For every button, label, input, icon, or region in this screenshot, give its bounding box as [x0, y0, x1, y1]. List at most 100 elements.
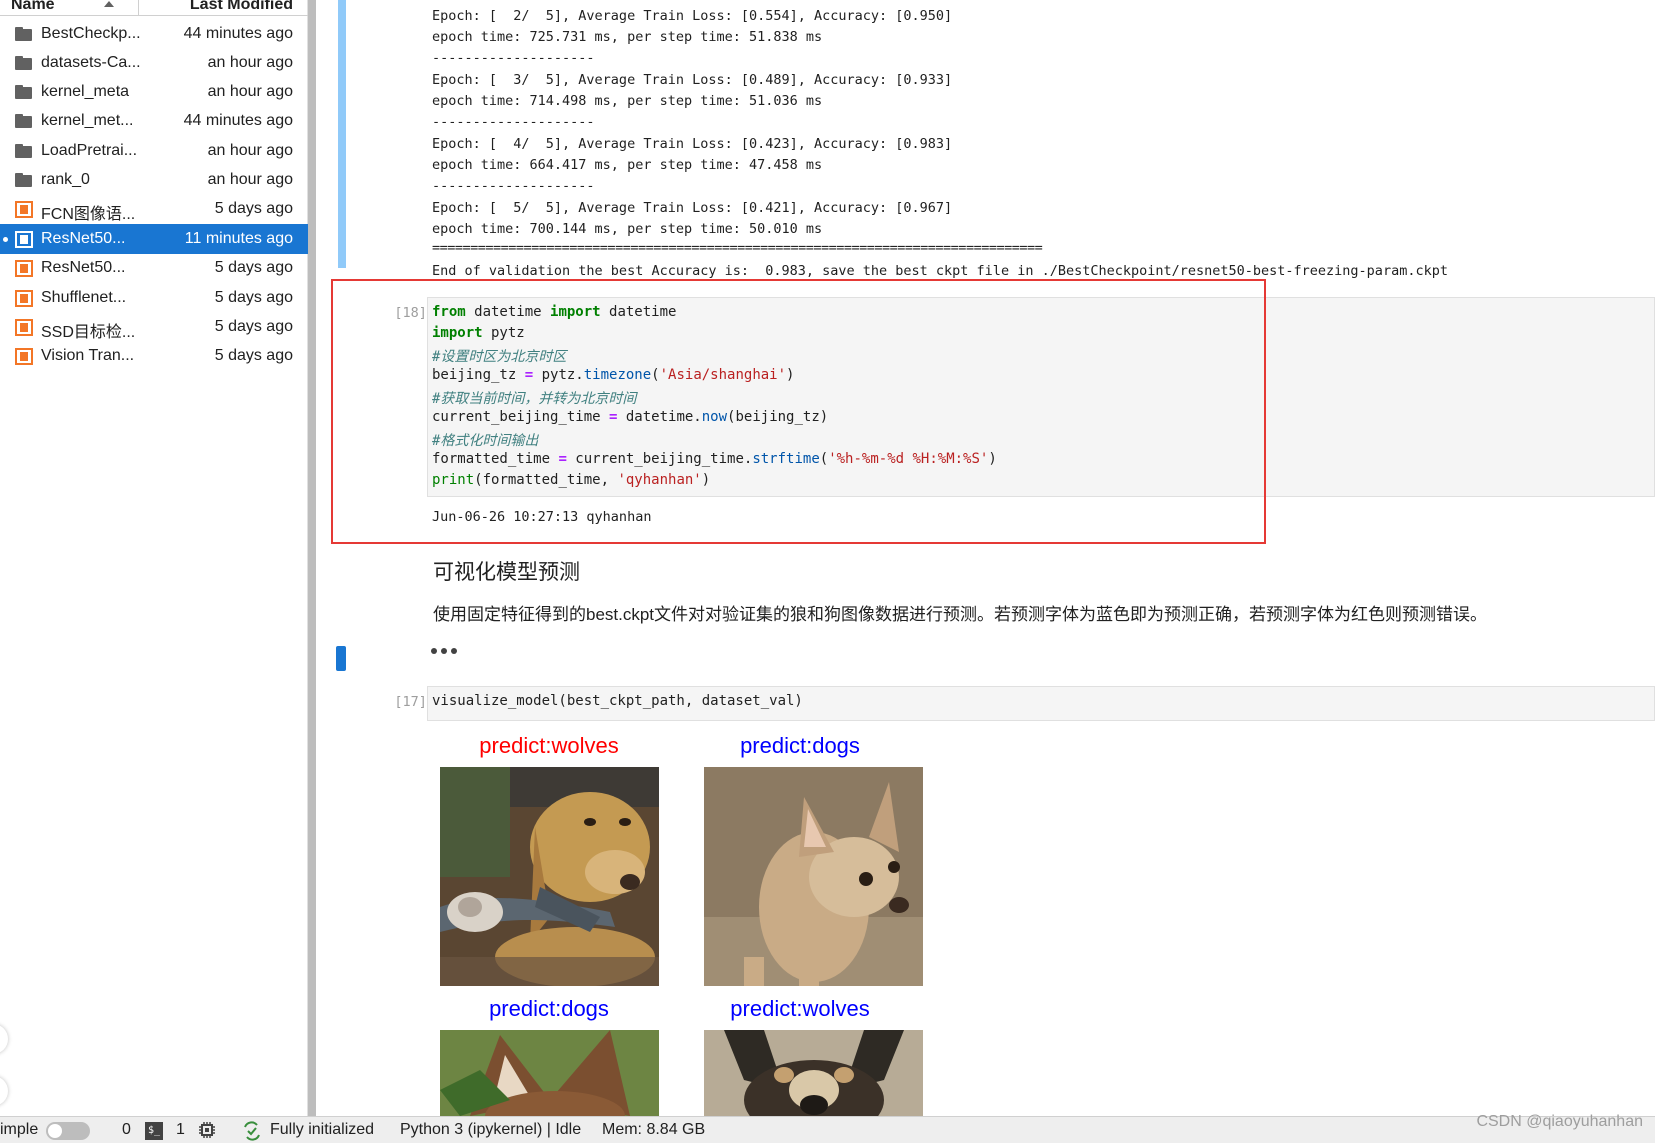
- file-item-kernel-meta-2[interactable]: kernel_met... 44 minutes ago: [0, 106, 308, 137]
- notebook-panel: Epoch: [ 2/ 5], Average Train Loss: [0.5…: [316, 0, 1655, 1116]
- file-name: Shufflenet...: [41, 289, 127, 306]
- file-modified: an hour ago: [207, 142, 293, 159]
- init-status-text: Fully initialized: [270, 1121, 375, 1138]
- memory-usage-text: Mem: 8.84 GB: [602, 1121, 706, 1138]
- file-item-ssd[interactable]: SSD目标检... 5 days ago: [0, 312, 308, 343]
- annotation-highlight-box: [331, 279, 1266, 544]
- file-name: kernel_met...: [41, 112, 134, 129]
- training-output-line: --------------------: [432, 114, 595, 130]
- file-modified: 5 days ago: [214, 200, 293, 217]
- last-modified-column-header[interactable]: Last Modified: [190, 0, 293, 14]
- file-name: FCN图像语...: [41, 206, 136, 223]
- folder-icon: [15, 113, 33, 130]
- file-modified: an hour ago: [207, 54, 293, 71]
- file-name: SSD目标检...: [41, 324, 136, 341]
- training-output-line: epoch time: 714.498 ms, per step time: 5…: [432, 93, 823, 109]
- file-modified: 44 minutes ago: [183, 25, 293, 42]
- prediction-image-dog-ears: [440, 1030, 659, 1116]
- running-indicator-icon: [3, 237, 8, 242]
- file-item-rank-0[interactable]: rank_0 an hour ago: [0, 165, 308, 196]
- name-column-header[interactable]: Name: [11, 0, 55, 14]
- notebook-icon: [15, 201, 33, 218]
- notebook-icon: [15, 260, 33, 277]
- training-output-line: Epoch: [ 4/ 5], Average Train Loss: [0.4…: [432, 136, 953, 152]
- folder-icon: [15, 26, 33, 43]
- column-divider[interactable]: [138, 0, 139, 16]
- file-name: datasets-Ca...: [41, 54, 141, 71]
- training-output-line: Epoch: [ 2/ 5], Average Train Loss: [0.5…: [432, 8, 953, 24]
- cell-prompt: [17]:: [394, 694, 435, 710]
- file-item-shufflenet[interactable]: Shufflenet... 5 days ago: [0, 283, 308, 314]
- watermark-text: CSDN @qiaoyuhanhan: [1476, 1113, 1643, 1130]
- folder-icon: [15, 172, 33, 189]
- training-output-line: --------------------: [432, 50, 595, 66]
- folder-icon: [15, 84, 33, 101]
- notebook-icon: [15, 231, 33, 248]
- markdown-heading: 可视化模型预测: [433, 561, 580, 584]
- file-item-resnet50-active[interactable]: ResNet50... 11 minutes ago: [0, 224, 308, 254]
- training-output-line: Epoch: [ 5/ 5], Average Train Loss: [0.4…: [432, 200, 953, 216]
- file-item-loadpretrained[interactable]: LoadPretrai... an hour ago: [0, 136, 308, 167]
- folder-icon: [15, 143, 33, 160]
- terminal-icon[interactable]: $_: [145, 1122, 163, 1140]
- file-modified: 5 days ago: [214, 259, 293, 276]
- markdown-paragraph: 使用固定特征得到的best.ckpt文件对对验证集的狼和狗图像数据进行预测。若预…: [433, 605, 1488, 624]
- file-browser: Name Last Modified BestCheckp... 44 minu…: [0, 0, 308, 1116]
- file-item-resnet50[interactable]: ResNet50... 5 days ago: [0, 253, 308, 284]
- file-name: ResNet50...: [41, 230, 126, 247]
- panel-splitter[interactable]: [308, 0, 316, 1116]
- file-item-fcn-notebook[interactable]: FCN图像语... 5 days ago: [0, 194, 308, 225]
- status-bar: imple 0 $_ 1 Fully initialized Python 3 …: [0, 1116, 1655, 1143]
- active-cell-indicator[interactable]: [336, 646, 346, 671]
- prediction-label: predict:wolves: [730, 996, 870, 1021]
- training-output-line: --------------------: [432, 178, 595, 194]
- notebook-icon: [15, 290, 33, 307]
- floating-action-button[interactable]: [0, 1024, 8, 1054]
- file-item-bestcheckpoint[interactable]: BestCheckp... 44 minutes ago: [0, 19, 308, 50]
- notebook-icon: [15, 319, 33, 336]
- file-item-kernel-meta[interactable]: kernel_meta an hour ago: [0, 77, 308, 108]
- output-collapser[interactable]: [338, 0, 346, 268]
- file-list-header: Name Last Modified: [0, 0, 308, 16]
- file-name: rank_0: [41, 171, 90, 188]
- file-item-vision-transformer[interactable]: Vision Tran... 5 days ago: [0, 341, 308, 372]
- file-name: LoadPretrai...: [41, 142, 138, 159]
- file-name: ResNet50...: [41, 259, 126, 276]
- training-output-line: End of validation the best Accuracy is: …: [432, 263, 1448, 279]
- file-modified: 5 days ago: [214, 347, 293, 364]
- file-name: kernel_meta: [41, 83, 130, 100]
- folder-icon: [15, 55, 33, 72]
- file-modified: an hour ago: [207, 171, 293, 188]
- training-output-line: ========================================…: [432, 240, 1043, 256]
- notebook-icon: [15, 348, 33, 365]
- file-modified: an hour ago: [207, 83, 293, 100]
- simple-mode-label: imple: [0, 1121, 39, 1138]
- file-modified: 44 minutes ago: [183, 112, 293, 129]
- prediction-image-wild-dog: [704, 1030, 923, 1116]
- file-item-datasets[interactable]: datasets-Ca... an hour ago: [0, 48, 308, 79]
- training-output-line: Epoch: [ 3/ 5], Average Train Loss: [0.4…: [432, 72, 953, 88]
- kernel-chip-icon[interactable]: [198, 1121, 216, 1139]
- kernels-count[interactable]: 1: [176, 1121, 185, 1139]
- file-modified: 11 minutes ago: [184, 230, 293, 247]
- training-output-line: epoch time: 664.417 ms, per step time: 4…: [432, 157, 823, 173]
- initialized-check-icon: [242, 1121, 262, 1141]
- kernel-status-text[interactable]: Python 3 (ipykernel) | Idle: [400, 1121, 581, 1139]
- prediction-image-dog-leash: [440, 767, 659, 986]
- prediction-image-chihuahua: [704, 767, 923, 986]
- prediction-label: predict:dogs: [740, 733, 860, 758]
- floating-action-button[interactable]: [0, 1076, 8, 1106]
- training-output-line: epoch time: 725.731 ms, per step time: 5…: [432, 29, 823, 45]
- collapsed-cell-ellipsis-icon[interactable]: [431, 648, 457, 654]
- simple-mode-toggle[interactable]: [46, 1122, 90, 1140]
- terminals-count[interactable]: 0: [122, 1121, 131, 1139]
- code-line: visualize_model(best_ckpt_path, dataset_…: [432, 693, 803, 709]
- training-output-line: epoch time: 700.144 ms, per step time: 5…: [432, 221, 823, 237]
- file-name: BestCheckp...: [41, 25, 141, 42]
- prediction-label: predict:wolves: [479, 733, 619, 758]
- file-modified: 5 days ago: [214, 318, 293, 335]
- prediction-label: predict:dogs: [489, 996, 609, 1021]
- sort-ascending-icon[interactable]: [104, 1, 114, 7]
- file-modified: 5 days ago: [214, 289, 293, 306]
- file-name: Vision Tran...: [41, 347, 135, 364]
